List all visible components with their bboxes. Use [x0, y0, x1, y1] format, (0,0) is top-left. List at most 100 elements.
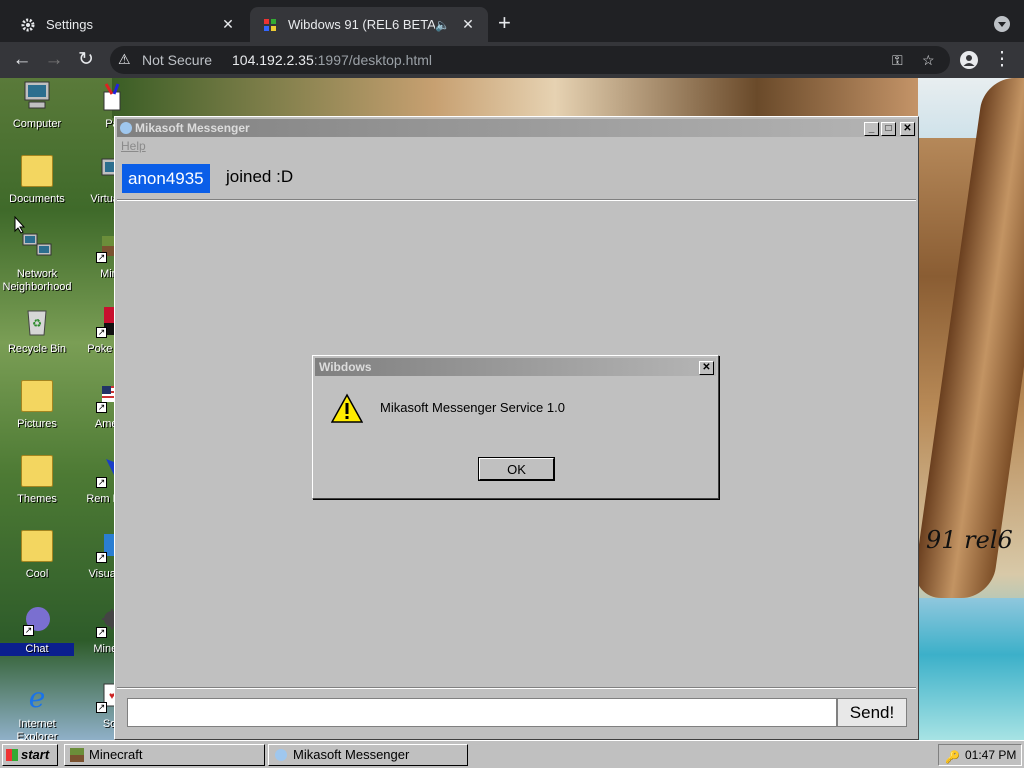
- security-label[interactable]: Not Secure: [142, 52, 212, 68]
- shortcut-arrow-icon: ↗: [96, 702, 107, 713]
- tab-wibdows[interactable]: Wibdows 91 (REL6 BETA!) 🔈 ✕: [250, 7, 488, 42]
- key-icon[interactable]: ⚿: [892, 52, 903, 69]
- browser-toolbar: ← → ↻ ⚠ Not Secure 104.192.2.35:1997/des…: [0, 42, 1024, 78]
- desktop-icon-label: Computer: [12, 118, 62, 130]
- taskbar: start Minecraft Mikasoft Messenger 🔑 01:…: [0, 740, 1024, 768]
- browser-tab-bar: Settings ✕ Wibdows 91 (REL6 BETA!) 🔈 ✕ +: [0, 0, 1024, 42]
- username-badge: anon4935: [122, 164, 210, 193]
- back-arrow-icon[interactable]: ←: [10, 48, 34, 72]
- menu-help[interactable]: Help: [121, 139, 146, 153]
- task-label: Mikasoft Messenger: [293, 747, 410, 762]
- wallpaper-right: [911, 78, 1024, 740]
- wallpaper-palm-trunk: [911, 78, 1024, 598]
- svg-text:♻: ♻: [32, 318, 42, 330]
- desktop-icon-label: Recycle Bin: [7, 343, 67, 355]
- wallpaper-top: [112, 78, 918, 118]
- alert-dialog: Wibdows ✕ Mikasoft Messenger Service 1.0…: [312, 355, 719, 499]
- task-label: Minecraft: [89, 747, 143, 762]
- clock[interactable]: 01:47 PM: [965, 748, 1016, 762]
- folder-icon: [21, 530, 53, 562]
- wallpaper-sea: [918, 598, 1024, 740]
- key-icon[interactable]: 🔑: [945, 747, 960, 767]
- desktop-icon-label: Pictures: [17, 418, 57, 430]
- computer-icon: [21, 80, 53, 112]
- divider: [117, 199, 916, 201]
- start-button[interactable]: start: [2, 744, 58, 766]
- desktop-icon-label: Themes: [17, 493, 57, 505]
- desktop-icon-documents[interactable]: Documents: [0, 155, 74, 217]
- desktop-icon-network-neighborhood[interactable]: Network Neighborhood: [0, 230, 74, 293]
- tab-settings[interactable]: Settings ✕: [8, 7, 248, 42]
- desktop-icon-computer[interactable]: Computer: [0, 80, 74, 142]
- message-input[interactable]: [127, 698, 837, 727]
- dialog-message: Mikasoft Messenger Service 1.0: [380, 400, 565, 415]
- shortcut-arrow-icon: ↗: [96, 402, 107, 413]
- shortcut-arrow-icon: ↗: [96, 477, 107, 488]
- menu-dots-icon[interactable]: ⋮: [990, 48, 1014, 72]
- internet-explorer-icon: e: [21, 680, 53, 714]
- send-button[interactable]: Send!: [837, 698, 907, 727]
- folder-icon: [21, 380, 53, 412]
- window-title: Mikasoft Messenger: [135, 121, 250, 135]
- favicon-icon: [262, 17, 278, 33]
- messenger-app-icon: [275, 749, 287, 761]
- desktop-icon-recycle-bin[interactable]: ♻ Recycle Bin: [0, 305, 74, 367]
- folder-icon: [21, 455, 53, 487]
- close-icon[interactable]: ✕: [220, 16, 236, 33]
- tab-search-button[interactable]: [994, 16, 1010, 32]
- dialog-title: Wibdows: [319, 360, 372, 374]
- close-button[interactable]: ✕: [900, 122, 915, 136]
- desktop-icon-label: Internet Explorer: [16, 718, 58, 740]
- wallpaper-brand-text: 91 rel6: [926, 526, 1013, 554]
- system-tray: 🔑 01:47 PM: [938, 744, 1022, 766]
- minimize-button[interactable]: _: [864, 122, 879, 136]
- shortcut-arrow-icon: ↗: [96, 552, 107, 563]
- tab-title: Wibdows 91 (REL6 BETA!): [288, 17, 436, 32]
- folder-icon: [21, 155, 53, 187]
- reload-icon[interactable]: ↻: [74, 48, 98, 72]
- messenger-titlebar[interactable]: Mikasoft Messenger _ □ ✕: [117, 119, 916, 137]
- warning-icon: [331, 393, 363, 423]
- desktop-icon-internet-explorer[interactable]: e Internet Explorer: [0, 680, 74, 740]
- shortcut-arrow-icon: ↗: [23, 625, 34, 636]
- network-icon: [21, 230, 53, 262]
- start-label: start: [21, 747, 50, 762]
- ok-button[interactable]: OK: [478, 457, 555, 481]
- desktop-icon-cool[interactable]: Cool: [0, 530, 74, 592]
- join-message: joined :D: [226, 167, 294, 186]
- recycle-bin-icon: ♻: [21, 305, 53, 337]
- shortcut-arrow-icon: ↗: [96, 327, 107, 338]
- messenger-app-icon: [120, 122, 132, 134]
- maximize-button[interactable]: □: [881, 122, 896, 136]
- warning-icon: ⚠: [118, 51, 131, 67]
- star-icon[interactable]: ☆: [922, 52, 935, 69]
- url-path: :1997/desktop.html: [313, 52, 433, 68]
- speaker-icon[interactable]: 🔈: [435, 18, 450, 32]
- desktop-icon-pictures[interactable]: Pictures: [0, 380, 74, 442]
- taskbar-item-minecraft[interactable]: Minecraft: [64, 744, 265, 766]
- desktop-icon-label: Cool: [25, 568, 49, 580]
- gear-icon: [20, 17, 36, 33]
- forward-arrow-icon[interactable]: →: [42, 48, 66, 72]
- dialog-titlebar[interactable]: Wibdows ✕: [315, 358, 716, 376]
- new-tab-button[interactable]: +: [498, 12, 511, 34]
- tab-title: Settings: [46, 17, 93, 32]
- minecraft-icon: [70, 748, 84, 762]
- address-bar[interactable]: ⚠ Not Secure 104.192.2.35:1997/desktop.h…: [110, 46, 950, 74]
- profile-icon[interactable]: [957, 48, 981, 72]
- url-text[interactable]: 104.192.2.35:1997/desktop.html: [232, 52, 432, 68]
- svg-text:e: e: [29, 681, 46, 712]
- taskbar-item-mikasoft-messenger[interactable]: Mikasoft Messenger: [268, 744, 468, 766]
- shortcut-arrow-icon: ↗: [96, 252, 107, 263]
- desktop-icon-label: Chat: [0, 643, 74, 656]
- mouse-cursor-icon: [14, 216, 26, 234]
- close-icon[interactable]: ✕: [460, 16, 476, 33]
- paint-icon: [96, 80, 128, 112]
- windows-logo-icon: [6, 749, 18, 761]
- close-button[interactable]: ✕: [699, 361, 714, 375]
- desktop-icon-label: Network Neighborhood: [2, 268, 72, 293]
- desktop-icon-themes[interactable]: Themes: [0, 455, 74, 517]
- url-host: 104.192.2.35: [232, 52, 314, 68]
- desktop-icon-label: Documents: [9, 193, 65, 205]
- desktop-icon-chat[interactable]: ↗ Chat: [0, 605, 74, 667]
